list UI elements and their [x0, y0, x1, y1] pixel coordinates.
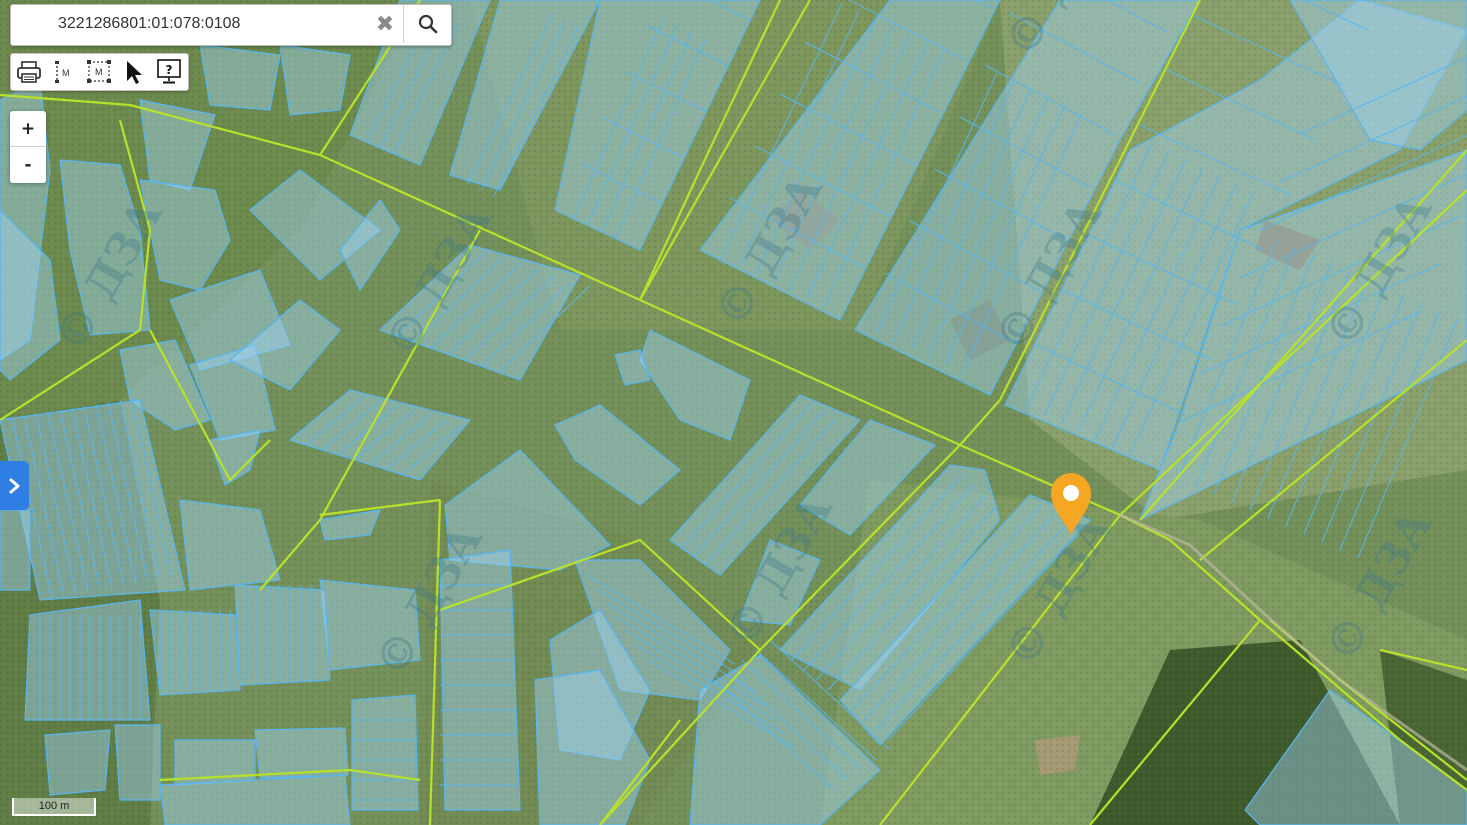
- print-button[interactable]: [11, 55, 46, 89]
- svg-text:?: ?: [165, 63, 172, 77]
- search-icon: [418, 14, 437, 34]
- parcel-block[interactable]: [279, 44, 351, 116]
- help-button[interactable]: ?: [151, 55, 186, 89]
- select-cursor-button[interactable]: [116, 55, 151, 89]
- zoom-control: + -: [10, 111, 46, 183]
- close-icon: ✖: [375, 11, 395, 36]
- measure-area-icon: M: [86, 60, 111, 83]
- parcel-block[interactable]: [234, 584, 331, 686]
- select-cursor-icon: [126, 61, 142, 84]
- search-bar: ✖: [10, 4, 452, 46]
- print-icon: [16, 61, 41, 83]
- measure-distance-button[interactable]: M: [46, 55, 81, 89]
- measure-area-button[interactable]: M: [81, 55, 116, 89]
- search-input[interactable]: [11, 5, 398, 43]
- parcel-block[interactable]: [24, 599, 151, 721]
- scale-label: 100 m: [38, 800, 70, 812]
- side-panel-toggle[interactable]: [0, 461, 29, 510]
- help-icon: ?: [156, 59, 181, 84]
- measure-label: M: [62, 68, 70, 78]
- zoom-in-button[interactable]: +: [10, 111, 46, 147]
- measure-distance-icon: M: [54, 61, 70, 83]
- map-toolbar: M M ?: [10, 53, 189, 91]
- map-canvas[interactable]: © ДЗА © ДЗА © ДЗА © ДЗА © ДЗА © ДЗА © ДЗ…: [0, 0, 1467, 825]
- parcel-block[interactable]: [199, 44, 281, 111]
- parcel-block[interactable]: [351, 694, 419, 811]
- parcel[interactable]: [114, 724, 161, 801]
- chevron-right-icon: [9, 478, 19, 493]
- clear-search-button[interactable]: ✖: [366, 5, 404, 43]
- parcel[interactable]: [0, 509, 31, 591]
- zoom-out-button[interactable]: -: [10, 147, 46, 182]
- parcel[interactable]: [44, 729, 111, 796]
- measure-label: M: [95, 67, 103, 77]
- search-button[interactable]: [403, 5, 451, 43]
- parcel-block[interactable]: [149, 609, 241, 696]
- scale-bar: 100 m: [12, 798, 96, 816]
